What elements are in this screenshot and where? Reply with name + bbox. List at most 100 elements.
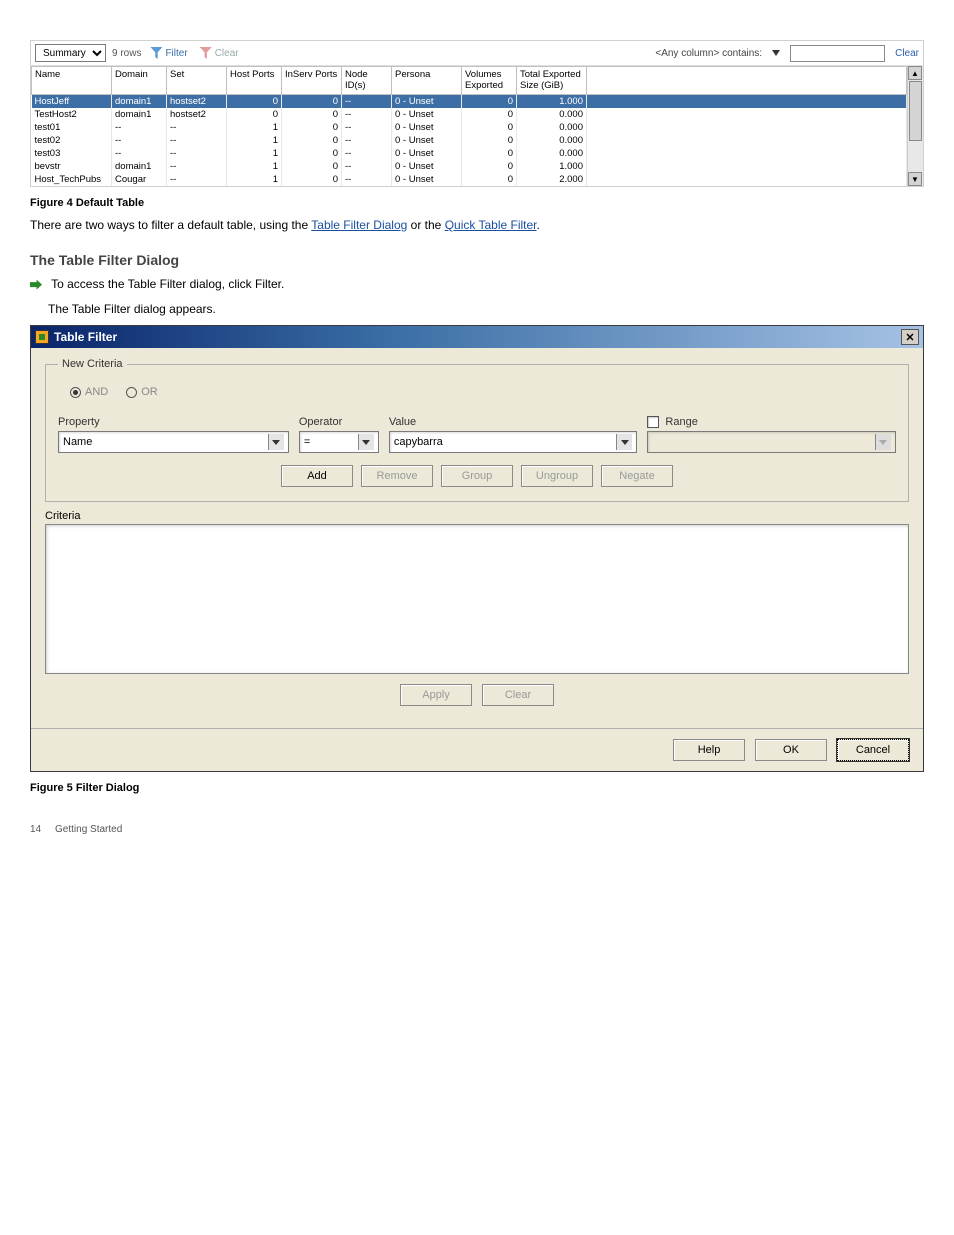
- clear-filter-button[interactable]: Clear: [197, 46, 242, 60]
- table-cell: 0: [282, 108, 342, 121]
- table-cell: --: [342, 173, 392, 186]
- table-cell: [587, 108, 907, 121]
- table-cell: --: [167, 160, 227, 173]
- clear-filter-button-label: Clear: [215, 48, 239, 59]
- table-cell: 1: [227, 134, 282, 147]
- table-filter-dialog-link[interactable]: Table Filter Dialog: [311, 218, 407, 232]
- default-table-select[interactable]: Summary: [35, 44, 106, 62]
- range-select[interactable]: [647, 431, 896, 453]
- section-title: The Table Filter Dialog: [30, 252, 924, 268]
- quick-table-filter-link[interactable]: Quick Table Filter: [445, 218, 537, 232]
- value-select[interactable]: capybarra: [389, 431, 638, 453]
- table-row[interactable]: Host_TechPubsCougar--10--0 - Unset02.000: [32, 173, 907, 186]
- table-filter-dialog: Table Filter ✕ New Criteria AND OR: [30, 325, 924, 772]
- dialog-title: Table Filter: [54, 330, 901, 344]
- table-cell: 0: [282, 134, 342, 147]
- table-cell: 0.000: [517, 134, 587, 147]
- table-cell: [587, 173, 907, 186]
- search-input[interactable]: [790, 45, 885, 62]
- table-cell: 0: [282, 160, 342, 173]
- and-radio[interactable]: AND: [70, 386, 108, 398]
- table-cell: --: [342, 134, 392, 147]
- table-cell: 0 - Unset: [392, 147, 462, 160]
- col-volsexp[interactable]: Volumes Exported: [462, 67, 517, 95]
- intro-paragraph: There are two ways to filter a default t…: [30, 217, 924, 234]
- filter-icon: [150, 47, 162, 59]
- table-cell: --: [167, 134, 227, 147]
- table-cell: 0: [462, 108, 517, 121]
- table-cell: 0 - Unset: [392, 160, 462, 173]
- table-cell: --: [342, 147, 392, 160]
- cancel-button[interactable]: Cancel: [837, 739, 909, 761]
- new-criteria-legend: New Criteria: [58, 358, 127, 370]
- filter-button[interactable]: Filter: [147, 46, 190, 60]
- table-row[interactable]: test03----10--0 - Unset00.000: [32, 147, 907, 160]
- table-cell: --: [342, 95, 392, 109]
- group-button[interactable]: Group: [441, 465, 513, 487]
- vertical-scrollbar[interactable]: ▲ ▼: [907, 66, 923, 186]
- operator-label: Operator: [299, 416, 379, 428]
- chevron-down-icon: [358, 434, 374, 450]
- col-set[interactable]: Set: [167, 67, 227, 95]
- help-button[interactable]: Help: [673, 739, 745, 761]
- table-row[interactable]: HostJeffdomain1hostset200--0 - Unset01.0…: [32, 95, 907, 109]
- table-cell: 0 - Unset: [392, 121, 462, 134]
- table-cell: 0 - Unset: [392, 95, 462, 109]
- col-name[interactable]: Name: [32, 67, 112, 95]
- table-cell: --: [342, 121, 392, 134]
- table-cell: --: [167, 173, 227, 186]
- and-radio-label: AND: [85, 386, 108, 398]
- value-label: Value: [389, 416, 638, 428]
- figure5-caption: Figure 5 Filter Dialog: [30, 782, 924, 794]
- table-row[interactable]: test01----10--0 - Unset00.000: [32, 121, 907, 134]
- close-button[interactable]: ✕: [901, 329, 919, 345]
- table-cell: TestHost2: [32, 108, 112, 121]
- clear-search-link[interactable]: Clear: [895, 48, 919, 59]
- table-cell: 0: [462, 121, 517, 134]
- table-cell: 0: [462, 95, 517, 109]
- col-hostports[interactable]: Host Ports: [227, 67, 282, 95]
- remove-button[interactable]: Remove: [361, 465, 433, 487]
- table-cell: 0: [282, 121, 342, 134]
- close-icon: ✕: [905, 331, 914, 344]
- table-cell: 0: [282, 173, 342, 186]
- table-cell: 0 - Unset: [392, 134, 462, 147]
- col-totsize[interactable]: Total Exported Size (GiB): [517, 67, 587, 95]
- clear-button[interactable]: Clear: [482, 684, 554, 706]
- operator-select[interactable]: =: [299, 431, 379, 453]
- property-select[interactable]: Name: [58, 431, 289, 453]
- radio-icon: [126, 387, 137, 398]
- scroll-thumb[interactable]: [909, 81, 922, 141]
- step2-text: The Table Filter dialog appears.: [48, 301, 924, 318]
- scroll-down-icon[interactable]: ▼: [908, 172, 922, 186]
- step1-text: To access the Table Filter dialog, click…: [30, 276, 924, 293]
- add-button[interactable]: Add: [281, 465, 353, 487]
- col-nodeids[interactable]: Node ID(s): [342, 67, 392, 95]
- col-inservports[interactable]: InServ Ports: [282, 67, 342, 95]
- table-cell: test01: [32, 121, 112, 134]
- negate-button[interactable]: Negate: [601, 465, 673, 487]
- or-radio[interactable]: OR: [126, 386, 158, 398]
- table-cell: 1.000: [517, 160, 587, 173]
- col-persona[interactable]: Persona: [392, 67, 462, 95]
- apply-button[interactable]: Apply: [400, 684, 472, 706]
- ungroup-button[interactable]: Ungroup: [521, 465, 593, 487]
- table-row[interactable]: test02----10--0 - Unset00.000: [32, 134, 907, 147]
- table-cell: --: [112, 147, 167, 160]
- criteria-listbox[interactable]: [45, 524, 909, 674]
- scroll-up-icon[interactable]: ▲: [908, 66, 922, 80]
- ok-button[interactable]: OK: [755, 739, 827, 761]
- chevron-down-icon: [268, 434, 284, 450]
- search-column-dropdown-icon[interactable]: [772, 50, 780, 56]
- table-cell: Cougar: [112, 173, 167, 186]
- table-cell: 1: [227, 160, 282, 173]
- table-cell: --: [167, 121, 227, 134]
- page-footer: 14 Getting Started: [30, 824, 924, 835]
- table-cell: hostset2: [167, 95, 227, 109]
- table-row[interactable]: TestHost2domain1hostset200--0 - Unset00.…: [32, 108, 907, 121]
- col-domain[interactable]: Domain: [112, 67, 167, 95]
- table-row[interactable]: bevstrdomain1--10--0 - Unset01.000: [32, 160, 907, 173]
- table-cell: --: [342, 160, 392, 173]
- default-table-panel: Summary 9 rows Filter Clear <Any column>…: [30, 40, 924, 187]
- range-checkbox[interactable]: [647, 416, 659, 428]
